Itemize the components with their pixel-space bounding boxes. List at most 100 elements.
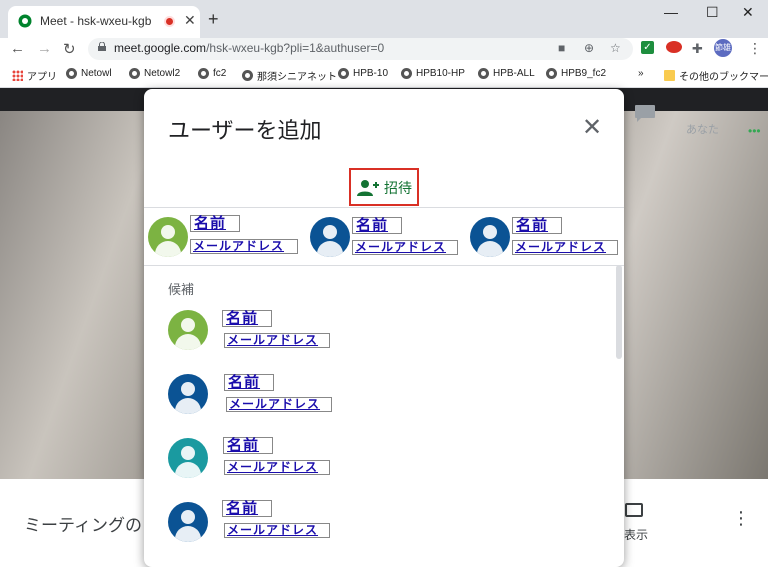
user-name: 名前	[222, 310, 272, 327]
add-people-dialog: ユーザーを追加 ✕ 招待 名前 メールアドレス 名前 メールアドレス 名前 メー…	[144, 89, 624, 567]
avatar	[168, 502, 208, 542]
user-name: 名前	[512, 217, 562, 234]
recording-indicator-icon	[164, 16, 175, 27]
bookmark-netowl2[interactable]: Netowl2	[129, 68, 180, 79]
tab-close-icon[interactable]: ✕	[184, 12, 196, 29]
camera-icon[interactable]: ■	[558, 41, 565, 55]
tab-title: Meet - hsk-wxeu-kgb	[40, 14, 152, 28]
globe-icon	[478, 68, 489, 79]
tab-strip: Meet - hsk-wxeu-kgb ✕ + — ☐ ✕	[0, 0, 768, 38]
more-vert-icon[interactable]: ⋮	[732, 509, 750, 527]
extension-red-icon[interactable]	[666, 41, 682, 53]
bookmark-apps[interactable]: アプリ	[12, 68, 57, 83]
suggestions-heading: 候補	[168, 282, 195, 297]
forward-arrow-icon[interactable]: →	[37, 40, 52, 57]
suggestion-item[interactable]: 名前 メールアドレス	[168, 308, 468, 356]
browser-tab[interactable]: Meet - hsk-wxeu-kgb ✕	[8, 6, 200, 38]
lock-icon	[98, 42, 106, 51]
meeting-title: ミーティングの	[24, 516, 142, 535]
globe-icon	[66, 68, 77, 79]
bookmarks-bar: アプリ Netowl Netowl2 fc2 那須シニアネット HPB-10 H…	[0, 62, 768, 88]
extensions-puzzle-icon[interactable]: ✚	[692, 41, 703, 57]
bookmark-label: HPB-10	[353, 68, 389, 79]
url-host: meet.google.com	[114, 41, 207, 55]
avatar	[470, 217, 510, 257]
suggestion-item[interactable]: 名前 メールアドレス	[168, 371, 468, 419]
user-email: メールアドレス	[224, 333, 330, 348]
bookmark-hpb9-fc2[interactable]: HPB9_fc2	[546, 68, 606, 79]
suggestion-item[interactable]: 名前 メールアドレス	[168, 498, 468, 546]
user-name: 名前	[224, 374, 274, 391]
selected-user-chip[interactable]: 名前 メールアドレス	[310, 215, 470, 259]
url-path: /hsk-wxeu-kgb?pli=1&authuser=0	[206, 41, 385, 55]
bookmark-hpb-all[interactable]: HPB-ALL	[478, 68, 535, 79]
bookmark-label: Netowl	[81, 68, 112, 79]
user-name: 名前	[222, 500, 272, 517]
user-name: 名前	[190, 215, 240, 232]
divider	[144, 207, 624, 208]
url-text: meet.google.com/hsk-wxeu-kgb?pli=1&authu…	[114, 41, 384, 55]
user-email: メールアドレス	[224, 460, 330, 475]
bookmark-hpb10[interactable]: HPB-10	[338, 68, 388, 79]
maximize-button[interactable]: ☐	[706, 4, 719, 21]
chrome-menu-icon[interactable]: ⋮	[748, 40, 762, 57]
invite-label: 招待	[384, 180, 412, 196]
bookmark-nasu[interactable]: 那須シニアネット	[242, 68, 337, 83]
avatar	[168, 438, 208, 478]
self-view-label: あなた	[686, 124, 719, 136]
globe-icon	[198, 68, 209, 79]
zoom-icon[interactable]: ⊕	[584, 41, 594, 55]
globe-icon	[242, 70, 253, 81]
reload-icon[interactable]: ↻	[63, 40, 76, 58]
dialog-close-icon[interactable]: ✕	[582, 113, 602, 142]
extension-check-icon[interactable]: ✓	[641, 41, 654, 54]
profile-avatar[interactable]: 節雄	[714, 39, 732, 57]
bookmark-label: その他のブックマーク	[679, 72, 768, 83]
avatar	[168, 374, 208, 414]
avatar	[168, 310, 208, 350]
back-arrow-icon[interactable]: ←	[10, 40, 25, 57]
address-bar[interactable]: meet.google.com/hsk-wxeu-kgb?pli=1&authu…	[88, 38, 633, 60]
other-bookmarks-folder[interactable]: その他のブックマーク	[664, 68, 768, 83]
bookmark-label: Netowl2	[144, 68, 181, 79]
invite-button[interactable]: 招待	[349, 168, 419, 206]
meet-favicon-icon	[18, 14, 32, 28]
new-tab-button[interactable]: +	[208, 9, 219, 30]
bookmarks-overflow-button[interactable]: »	[638, 68, 644, 79]
bookmark-label: HPB9_fc2	[561, 68, 607, 79]
suggestion-item[interactable]: 名前 メールアドレス	[168, 435, 468, 483]
selected-user-chip[interactable]: 名前 メールアドレス	[148, 215, 308, 259]
bookmark-label: HPB10-HP	[416, 68, 465, 79]
present-screen-icon[interactable]	[625, 503, 643, 517]
bookmark-star-icon[interactable]: ☆	[610, 41, 621, 55]
globe-icon	[546, 68, 557, 79]
user-email: メールアドレス	[190, 239, 298, 254]
bookmark-label: fc2	[213, 68, 227, 79]
globe-icon	[401, 68, 412, 79]
bookmark-label: HPB-ALL	[493, 68, 535, 79]
user-name: 名前	[223, 437, 273, 454]
user-email: メールアドレス	[226, 397, 332, 412]
globe-icon	[129, 68, 140, 79]
apps-grid-icon	[12, 70, 23, 81]
more-options-dots-icon[interactable]: •••	[748, 124, 761, 138]
selected-user-chip[interactable]: 名前 メールアドレス	[470, 215, 624, 259]
user-email: メールアドレス	[224, 523, 330, 538]
bookmark-netowl[interactable]: Netowl	[66, 68, 112, 79]
globe-icon	[338, 68, 349, 79]
person-add-icon	[357, 180, 379, 196]
scrollbar[interactable]	[616, 265, 622, 359]
avatar	[148, 217, 188, 257]
bookmark-label: アプリ	[27, 72, 57, 83]
chat-icon[interactable]	[634, 104, 656, 122]
bookmark-hpb10-hp[interactable]: HPB10-HP	[401, 68, 465, 79]
divider	[144, 265, 624, 266]
user-name: 名前	[352, 217, 402, 234]
avatar	[310, 217, 350, 257]
folder-icon	[664, 70, 675, 81]
user-email: メールアドレス	[512, 240, 618, 255]
window-close-button[interactable]: ✕	[742, 4, 754, 21]
bookmark-fc2[interactable]: fc2	[198, 68, 226, 79]
bookmark-label: 那須シニアネット	[257, 72, 337, 83]
minimize-button[interactable]: —	[664, 4, 678, 20]
